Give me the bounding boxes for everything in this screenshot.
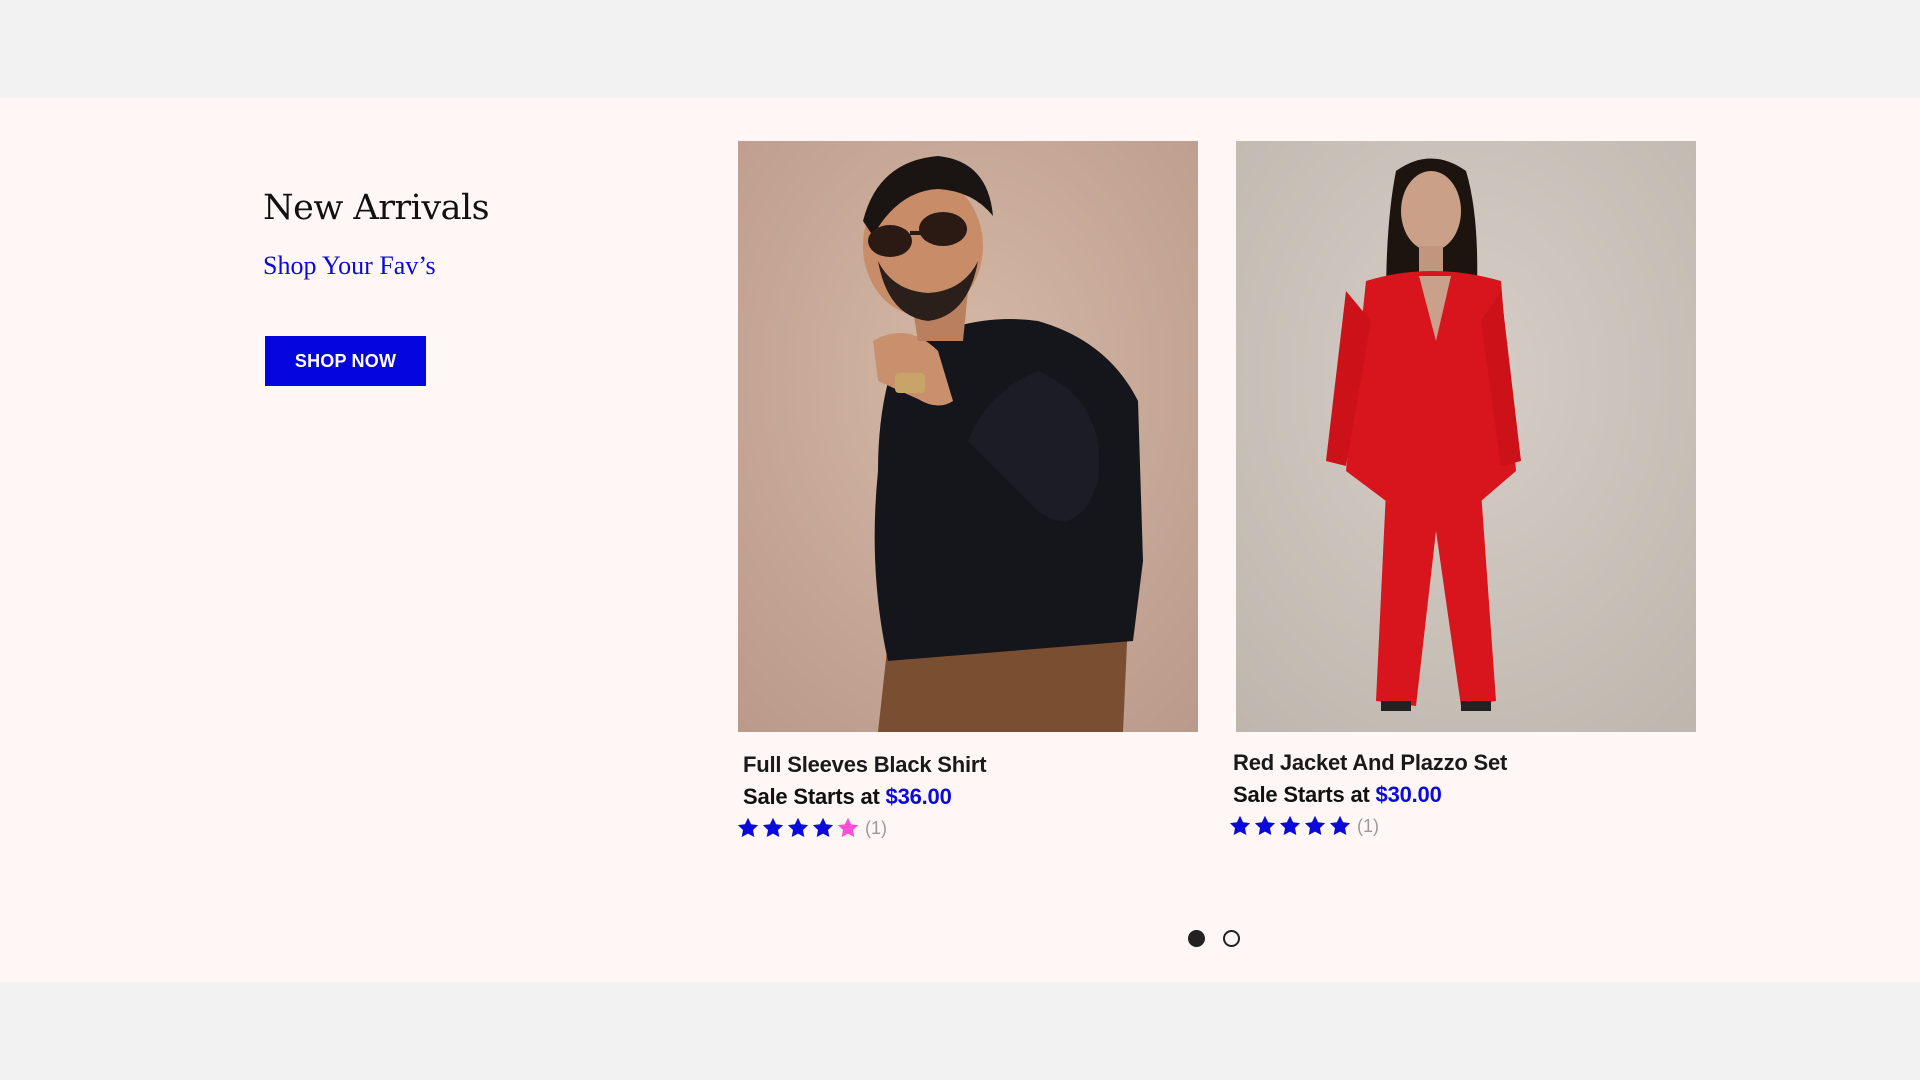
shop-now-button[interactable]: SHOP NOW (265, 336, 426, 386)
product-image-woman-red-suit[interactable] (1236, 141, 1696, 732)
product-info: Full Sleeves Black Shirt Sale Starts at … (738, 752, 1198, 810)
product-card[interactable]: Full Sleeves Black Shirt Sale Starts at … (736, 141, 1198, 840)
intro-block: New Arrivals Shop Your Fav’s SHOP NOW (263, 188, 490, 386)
product-name[interactable]: Red Jacket And Plazzo Set (1233, 750, 1696, 776)
carousel-dot-2[interactable] (1223, 930, 1240, 947)
carousel-dot-1[interactable] (1188, 930, 1205, 947)
star-icon (787, 817, 809, 837)
review-count[interactable]: (1) (1357, 816, 1379, 837)
product-rating: (1) (736, 816, 1198, 840)
star-icon (737, 817, 759, 837)
review-count[interactable]: (1) (865, 818, 887, 839)
star-icon (812, 817, 834, 837)
product-price: $30.00 (1375, 782, 1442, 807)
star-empty-icon (837, 817, 859, 837)
product-rating: (1) (1228, 814, 1696, 838)
new-arrivals-section: New Arrivals Shop Your Fav’s SHOP NOW Fu… (0, 98, 1920, 982)
product-info: Red Jacket And Plazzo Set Sale Starts at… (1233, 750, 1696, 808)
star-icon (1254, 815, 1276, 835)
product-sale-line: Sale Starts at $30.00 (1233, 782, 1696, 808)
star-icon (762, 817, 784, 837)
star-icon (1329, 815, 1351, 835)
product-card[interactable]: Red Jacket And Plazzo Set Sale Starts at… (1229, 141, 1696, 838)
product-image-man-black-shirt[interactable] (738, 141, 1198, 732)
product-sale-line: Sale Starts at $36.00 (743, 784, 1198, 810)
section-title: New Arrivals (263, 188, 490, 228)
sale-prefix: Sale Starts at (1233, 782, 1370, 807)
product-price: $36.00 (885, 784, 952, 809)
star-icon (1279, 815, 1301, 835)
carousel-pagination (1188, 930, 1240, 947)
product-name[interactable]: Full Sleeves Black Shirt (743, 752, 1198, 778)
star-icon (1304, 815, 1326, 835)
section-subtitle: Shop Your Fav’s (263, 251, 436, 280)
star-icon (1229, 815, 1251, 835)
sale-prefix: Sale Starts at (743, 784, 880, 809)
